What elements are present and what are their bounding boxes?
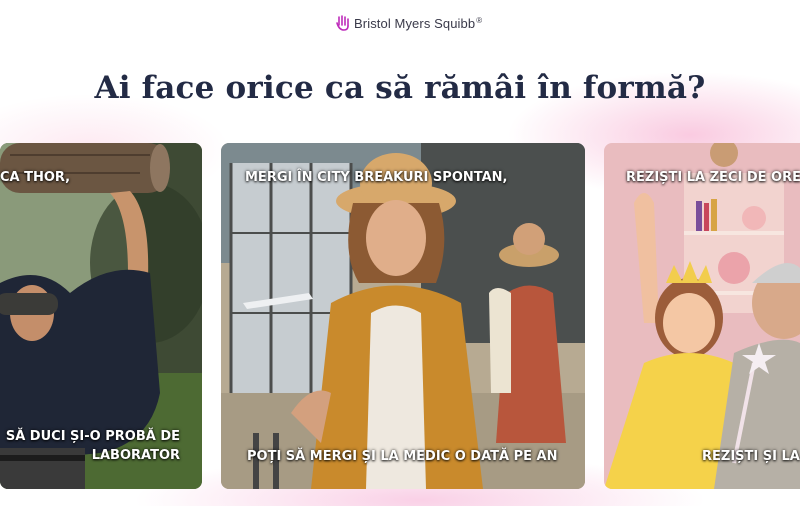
dress-up-photo: [604, 143, 800, 489]
card-bottom-caption: REZIȘTI ȘI LA T: [702, 449, 800, 464]
bms-logo-icon: [336, 15, 349, 31]
card-bottom-caption: POȚI SĂ MERGI ȘI LA MEDIC O DATĂ PE AN: [247, 449, 558, 464]
card-top-caption: REZIȘTI LA ZECI DE ORE: [626, 170, 800, 185]
ad-card-dress-up[interactable]: REZIȘTI LA ZECI DE ORE REZIȘTI ȘI LA T: [604, 143, 800, 489]
card-top-caption: MERGI ÎN CITY BREAKURI SPONTAN,: [245, 170, 508, 185]
city-break-photo: [221, 143, 585, 489]
page-title: Ai face orice ca să rămâi în formă?: [94, 70, 706, 106]
brand-logo[interactable]: Bristol Myers Squibb ®: [336, 13, 482, 33]
brand-name: Bristol Myers Squibb: [354, 15, 476, 31]
header: Bristol Myers Squibb ®: [0, 0, 800, 50]
ad-card-city-break[interactable]: MERGI ÎN CITY BREAKURI SPONTAN, POȚI SĂ …: [221, 143, 585, 489]
card-bottom-caption-line2: LABORATOR: [91, 448, 180, 463]
card-bottom-caption-line1: SĂ DUCI ȘI-O PROBĂ DE: [5, 429, 180, 444]
brand-registered-mark: ®: [476, 15, 483, 25]
card-top-caption: CA THOR,: [0, 170, 71, 185]
ad-card-thor[interactable]: CA THOR, SĂ DUCI ȘI-O PROBĂ DE LABORATOR: [0, 143, 202, 489]
